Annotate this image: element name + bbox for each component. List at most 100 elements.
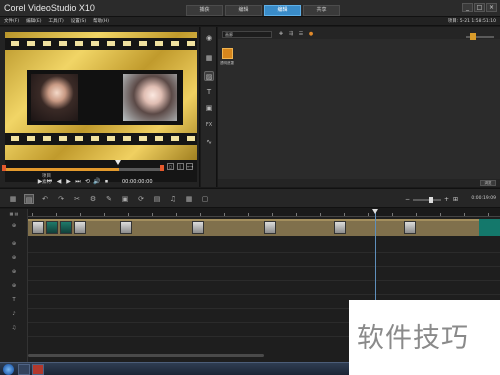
timeline-view-icon[interactable]: ▤ (24, 194, 34, 204)
clip-thumbnail[interactable] (32, 221, 44, 234)
overlay-track-1-icon[interactable]: ⊕ (2, 239, 26, 249)
mask-creator-icon[interactable]: ▦ (184, 194, 194, 204)
video-track[interactable] (28, 219, 500, 236)
menu-tools[interactable]: 工具(T) (48, 18, 63, 24)
library-thumbnail-label: 透明遮罩 (220, 61, 234, 65)
photo-frame-1 (31, 74, 78, 121)
undo-icon[interactable]: ↶ (40, 194, 50, 204)
media-icon[interactable]: ◉ (204, 33, 214, 43)
play-icon[interactable]: ▶ (36, 178, 44, 186)
mark-in-handle[interactable] (2, 165, 6, 171)
timeline-scrollbar[interactable] (28, 354, 264, 357)
fit-project-icon[interactable]: ⊞ (452, 196, 459, 203)
time-remap-icon[interactable]: ♫ (168, 194, 178, 204)
browse-button[interactable]: 浏览 (480, 180, 496, 186)
path-icon[interactable]: ∿ (204, 137, 214, 147)
favorite-icon[interactable]: ● (307, 31, 315, 38)
step-tab-edit-1[interactable]: 编辑 (225, 5, 262, 16)
filmstrip-top (5, 38, 197, 50)
record-capture-icon[interactable]: ✂ (72, 194, 82, 204)
step-tab-share[interactable]: 共享 (303, 5, 340, 16)
split-icon[interactable]: | (176, 163, 184, 170)
volume-icon[interactable]: 🔊 (93, 178, 101, 186)
start-button[interactable] (3, 364, 14, 375)
title-track-icon[interactable]: T (2, 295, 26, 305)
clip-thumbnail[interactable] (334, 221, 346, 234)
overlay-track-3[interactable] (28, 267, 500, 281)
timeline-ruler[interactable] (28, 209, 500, 217)
minimize-button[interactable]: _ (462, 3, 473, 12)
redo-icon[interactable]: ↷ (56, 194, 66, 204)
add-folder-icon[interactable]: ✚ (277, 31, 285, 38)
overlay-track-1[interactable] (28, 239, 500, 253)
title-icon[interactable]: T (204, 87, 214, 97)
clip-end-thumbnail[interactable] (479, 219, 500, 236)
list-view-icon[interactable]: ☰ (297, 31, 305, 38)
pan-zoom-icon[interactable]: ▢ (200, 194, 210, 204)
mark-out-handle[interactable] (160, 165, 164, 171)
subtitle-editor-icon[interactable]: ⟳ (136, 194, 146, 204)
timeline-timecode[interactable]: 0:00:19:09 (471, 196, 496, 201)
overlay-track-4-icon[interactable]: ⊕ (2, 281, 26, 291)
playhead-handle[interactable] (372, 209, 378, 214)
aspect-icon[interactable]: ◻ (167, 163, 174, 170)
overlay-track-2-icon[interactable]: ⊕ (2, 253, 26, 263)
clip-thumbnail[interactable] (192, 221, 204, 234)
apply-icon[interactable]: ⇶ (287, 31, 295, 38)
library-header-buttons: ✚ ⇶ ☰ ● (277, 31, 317, 38)
graphic-icon[interactable]: ▣ (204, 103, 214, 113)
repeat-icon[interactable]: ⟲ (84, 178, 92, 186)
maximize-button[interactable]: □ (474, 3, 485, 12)
voice-track-icon[interactable]: ♪ (2, 309, 26, 319)
overlay-track-3-icon[interactable]: ⊕ (2, 267, 26, 277)
track-all-toggle[interactable]: ▦ ▤ (2, 209, 26, 219)
step-tab-capture[interactable]: 捕获 (186, 5, 223, 16)
mixer-icon[interactable]: ⚙ (88, 194, 98, 204)
library-footer: 浏览 (218, 179, 500, 187)
music-track-icon[interactable]: ♫ (2, 323, 26, 333)
timecode[interactable]: 00:00:00:00 (122, 179, 153, 185)
video-track-icon[interactable]: ⊕ (2, 221, 26, 231)
zoom-in-icon[interactable]: + (443, 196, 450, 203)
overlay-track-2[interactable] (28, 253, 500, 267)
taskbar-app-icon[interactable] (32, 364, 44, 375)
storyboard-view-icon[interactable]: ▦ (8, 194, 18, 204)
motion-tracking-icon[interactable]: ▣ (120, 194, 130, 204)
auto-music-icon[interactable]: ✎ (104, 194, 114, 204)
menu-help[interactable]: 帮助(H) (93, 18, 109, 24)
clip-thumbnail[interactable] (46, 221, 58, 234)
enlarge-icon[interactable]: ⟷ (186, 163, 194, 170)
menu-file[interactable]: 文件(F) (4, 18, 19, 24)
zoom-out-icon[interactable]: − (404, 196, 411, 203)
scrubber-knob[interactable] (115, 160, 121, 165)
preview-screen[interactable] (5, 32, 197, 182)
menu-edit[interactable]: 编辑(E) (26, 18, 41, 24)
instant-project-icon[interactable]: ▦ (204, 53, 214, 63)
overlay-track-4[interactable] (28, 281, 500, 295)
multi-camera-icon[interactable]: ▤ (152, 194, 162, 204)
filter-icon[interactable]: FX (204, 120, 214, 130)
clip-thumbnail[interactable] (264, 221, 276, 234)
photo-frame-2 (123, 74, 177, 121)
menu-settings[interactable]: 设置(S) (71, 18, 86, 24)
zoom-slider[interactable] (413, 196, 441, 203)
next-icon[interactable]: ▶ (65, 178, 73, 186)
zoom-knob[interactable] (429, 196, 433, 203)
thumbnail-size-knob[interactable] (470, 33, 476, 40)
preview-panel: ◻ | ⟷ 项目 素材 ▶ ⏮ ◀ ▶ ⏭ ⟲ 🔊 ⏹ 00:00:00:00 (0, 27, 200, 187)
home-icon[interactable]: ⏮ (46, 178, 54, 186)
end-icon[interactable]: ⏭ (74, 178, 82, 186)
step-tab-edit[interactable]: 编辑 (264, 5, 301, 16)
clip-thumbnail[interactable] (120, 221, 132, 234)
stop-icon[interactable]: ⏹ (103, 178, 111, 186)
clip-thumbnail[interactable] (404, 221, 416, 234)
clip-thumbnail[interactable] (60, 221, 72, 234)
taskbar-app-icon[interactable] (18, 364, 30, 375)
transition-icon[interactable]: ▨ (204, 71, 214, 81)
previous-icon[interactable]: ◀ (55, 178, 63, 186)
gallery-dropdown[interactable]: 画廊 (222, 31, 272, 38)
library-thumbnail[interactable] (222, 48, 233, 59)
scrubber-track[interactable] (4, 168, 164, 171)
close-button[interactable]: × (486, 3, 497, 12)
clip-thumbnail[interactable] (74, 221, 86, 234)
